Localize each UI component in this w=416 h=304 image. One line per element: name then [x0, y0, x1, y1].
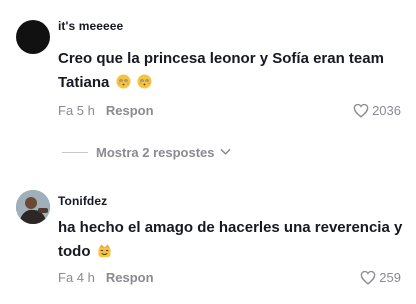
- show-replies-label: Mostra 2 respostes: [96, 144, 215, 160]
- comment-meta: Fa 5 h Respon: [58, 101, 154, 119]
- woozy-face-emoji: [137, 74, 152, 89]
- comment-text-line: ha hecho el amago de hacerles una revere…: [58, 219, 403, 236]
- comment-meta: Fa 4 h Respon: [58, 268, 154, 286]
- comment-text-line: Creo que la princesa leonor y Sofía eran…: [58, 50, 384, 67]
- like-count: 259: [379, 269, 401, 285]
- like-count: 2036: [372, 102, 401, 118]
- avatar[interactable]: [16, 190, 50, 224]
- comment-item: Tonifdez ha hecho el amago de hacerles u…: [0, 176, 416, 304]
- show-replies-button[interactable]: Mostra 2 respostes: [62, 143, 231, 161]
- comment-text-line-wrap: todo: [58, 240, 404, 264]
- heart-icon: [353, 103, 369, 118]
- comment-username[interactable]: Tonifdez: [58, 194, 107, 208]
- chevron-down-icon: [220, 148, 230, 155]
- reply-button[interactable]: Respon: [106, 270, 154, 285]
- comment-username[interactable]: it's meeeee: [58, 19, 123, 33]
- comment-timestamp: Fa 4 h: [58, 269, 95, 285]
- heart-icon: [360, 270, 376, 285]
- comment-text: Creo que la princesa leonor y Sofía eran…: [58, 47, 404, 95]
- like-button[interactable]: 2036: [353, 101, 401, 119]
- comment-timestamp: Fa 5 h: [58, 102, 95, 118]
- divider: [62, 151, 88, 153]
- avatar-photo: [16, 190, 50, 224]
- comment-text: ha hecho el amago de hacerles una revere…: [58, 216, 404, 264]
- woozy-face-emoji: [116, 74, 131, 89]
- comment-text-line-wrap: Tatiana: [58, 71, 404, 95]
- comment-item: it's meeeee Creo que la princesa leonor …: [0, 0, 416, 130]
- like-button[interactable]: 259: [360, 268, 401, 286]
- comment-text-line: Tatiana: [58, 74, 110, 91]
- reply-button[interactable]: Respon: [106, 103, 154, 118]
- avatar[interactable]: [16, 20, 50, 54]
- crown-face-emoji: [98, 244, 111, 258]
- comment-text-line: todo: [58, 243, 91, 260]
